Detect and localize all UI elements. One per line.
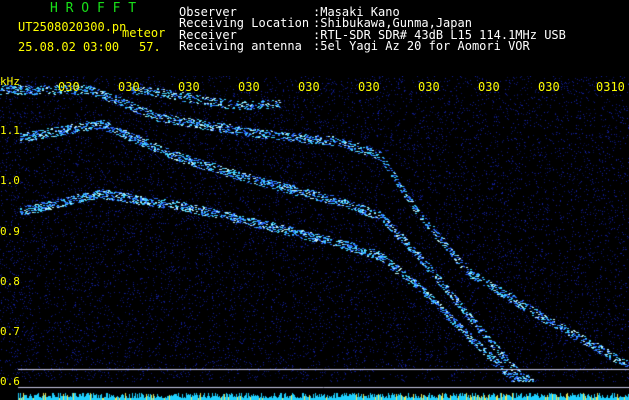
x-tick-6: 030 [358, 80, 380, 94]
x-tick-10: 0310 [596, 80, 625, 94]
spectrogram-canvas [0, 76, 629, 400]
y-tick-0.8: 0.8 [0, 275, 20, 288]
header-panel: H R O F F T UT2508020300.pn meteor 25.08… [0, 0, 629, 76]
y-tick-1.1: 1.1 [0, 124, 20, 137]
mode-label: meteor [122, 26, 166, 40]
y-unit-label: kHz [0, 75, 20, 88]
x-tick-1: 030 [58, 80, 80, 94]
x-tick-7: 030 [418, 80, 440, 94]
file-name: UT2508020300.pn [18, 20, 127, 34]
y-tick-0.6: 0.6 [0, 375, 20, 388]
date-time: 25.08.02 03:00 [18, 40, 120, 54]
y-tick-0.9: 0.9 [0, 225, 20, 238]
x-tick-5: 030 [298, 80, 320, 94]
y-tick-1.0: 1.0 [0, 174, 20, 187]
antenna-value: :5el Yagi Az 20 for Aomori VOR [313, 39, 530, 53]
x-tick-3: 030 [178, 80, 200, 94]
count-value: 57. [139, 40, 161, 54]
app-title: H R O F F T [50, 1, 137, 16]
x-tick-8: 030 [478, 80, 500, 94]
y-tick-0.7: 0.7 [0, 325, 20, 338]
antenna-label: Receiving antenna [179, 39, 302, 53]
x-tick-9: 030 [538, 80, 560, 94]
x-tick-2: 030 [118, 80, 140, 94]
x-tick-4: 030 [238, 80, 260, 94]
